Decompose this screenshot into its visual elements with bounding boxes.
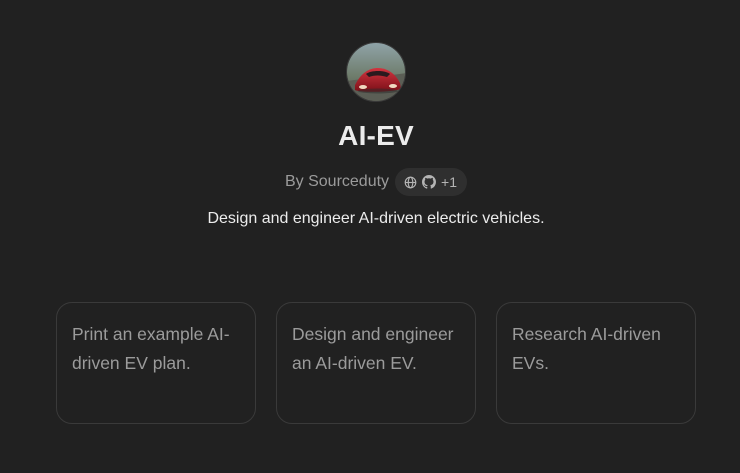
red-sports-car-image — [347, 43, 405, 101]
globe-icon — [404, 176, 417, 189]
conversation-starter-card[interactable]: Research AI-driven EVs. — [496, 302, 696, 424]
github-icon — [422, 175, 437, 189]
gpt-avatar — [346, 42, 406, 102]
gpt-intro-page: AI-EV By Sourceduty +1 Design and engine… — [0, 0, 740, 473]
extra-links-count: +1 — [441, 174, 458, 190]
gpt-title: AI-EV — [338, 120, 414, 151]
author-name: By Sourceduty — [284, 173, 390, 190]
conversation-starter-card[interactable]: Design and engineer an AI-driven EV. — [276, 302, 476, 424]
gpt-description: Design and engineer AI-driven electric v… — [207, 210, 545, 227]
conversation-starters: Print an example AI-driven EV plan. Desi… — [56, 302, 696, 424]
gpt-byline: By Sourceduty +1 — [0, 168, 740, 196]
social-links-button[interactable]: +1 — [395, 168, 468, 196]
conversation-starter-card[interactable]: Print an example AI-driven EV plan. — [56, 302, 256, 424]
